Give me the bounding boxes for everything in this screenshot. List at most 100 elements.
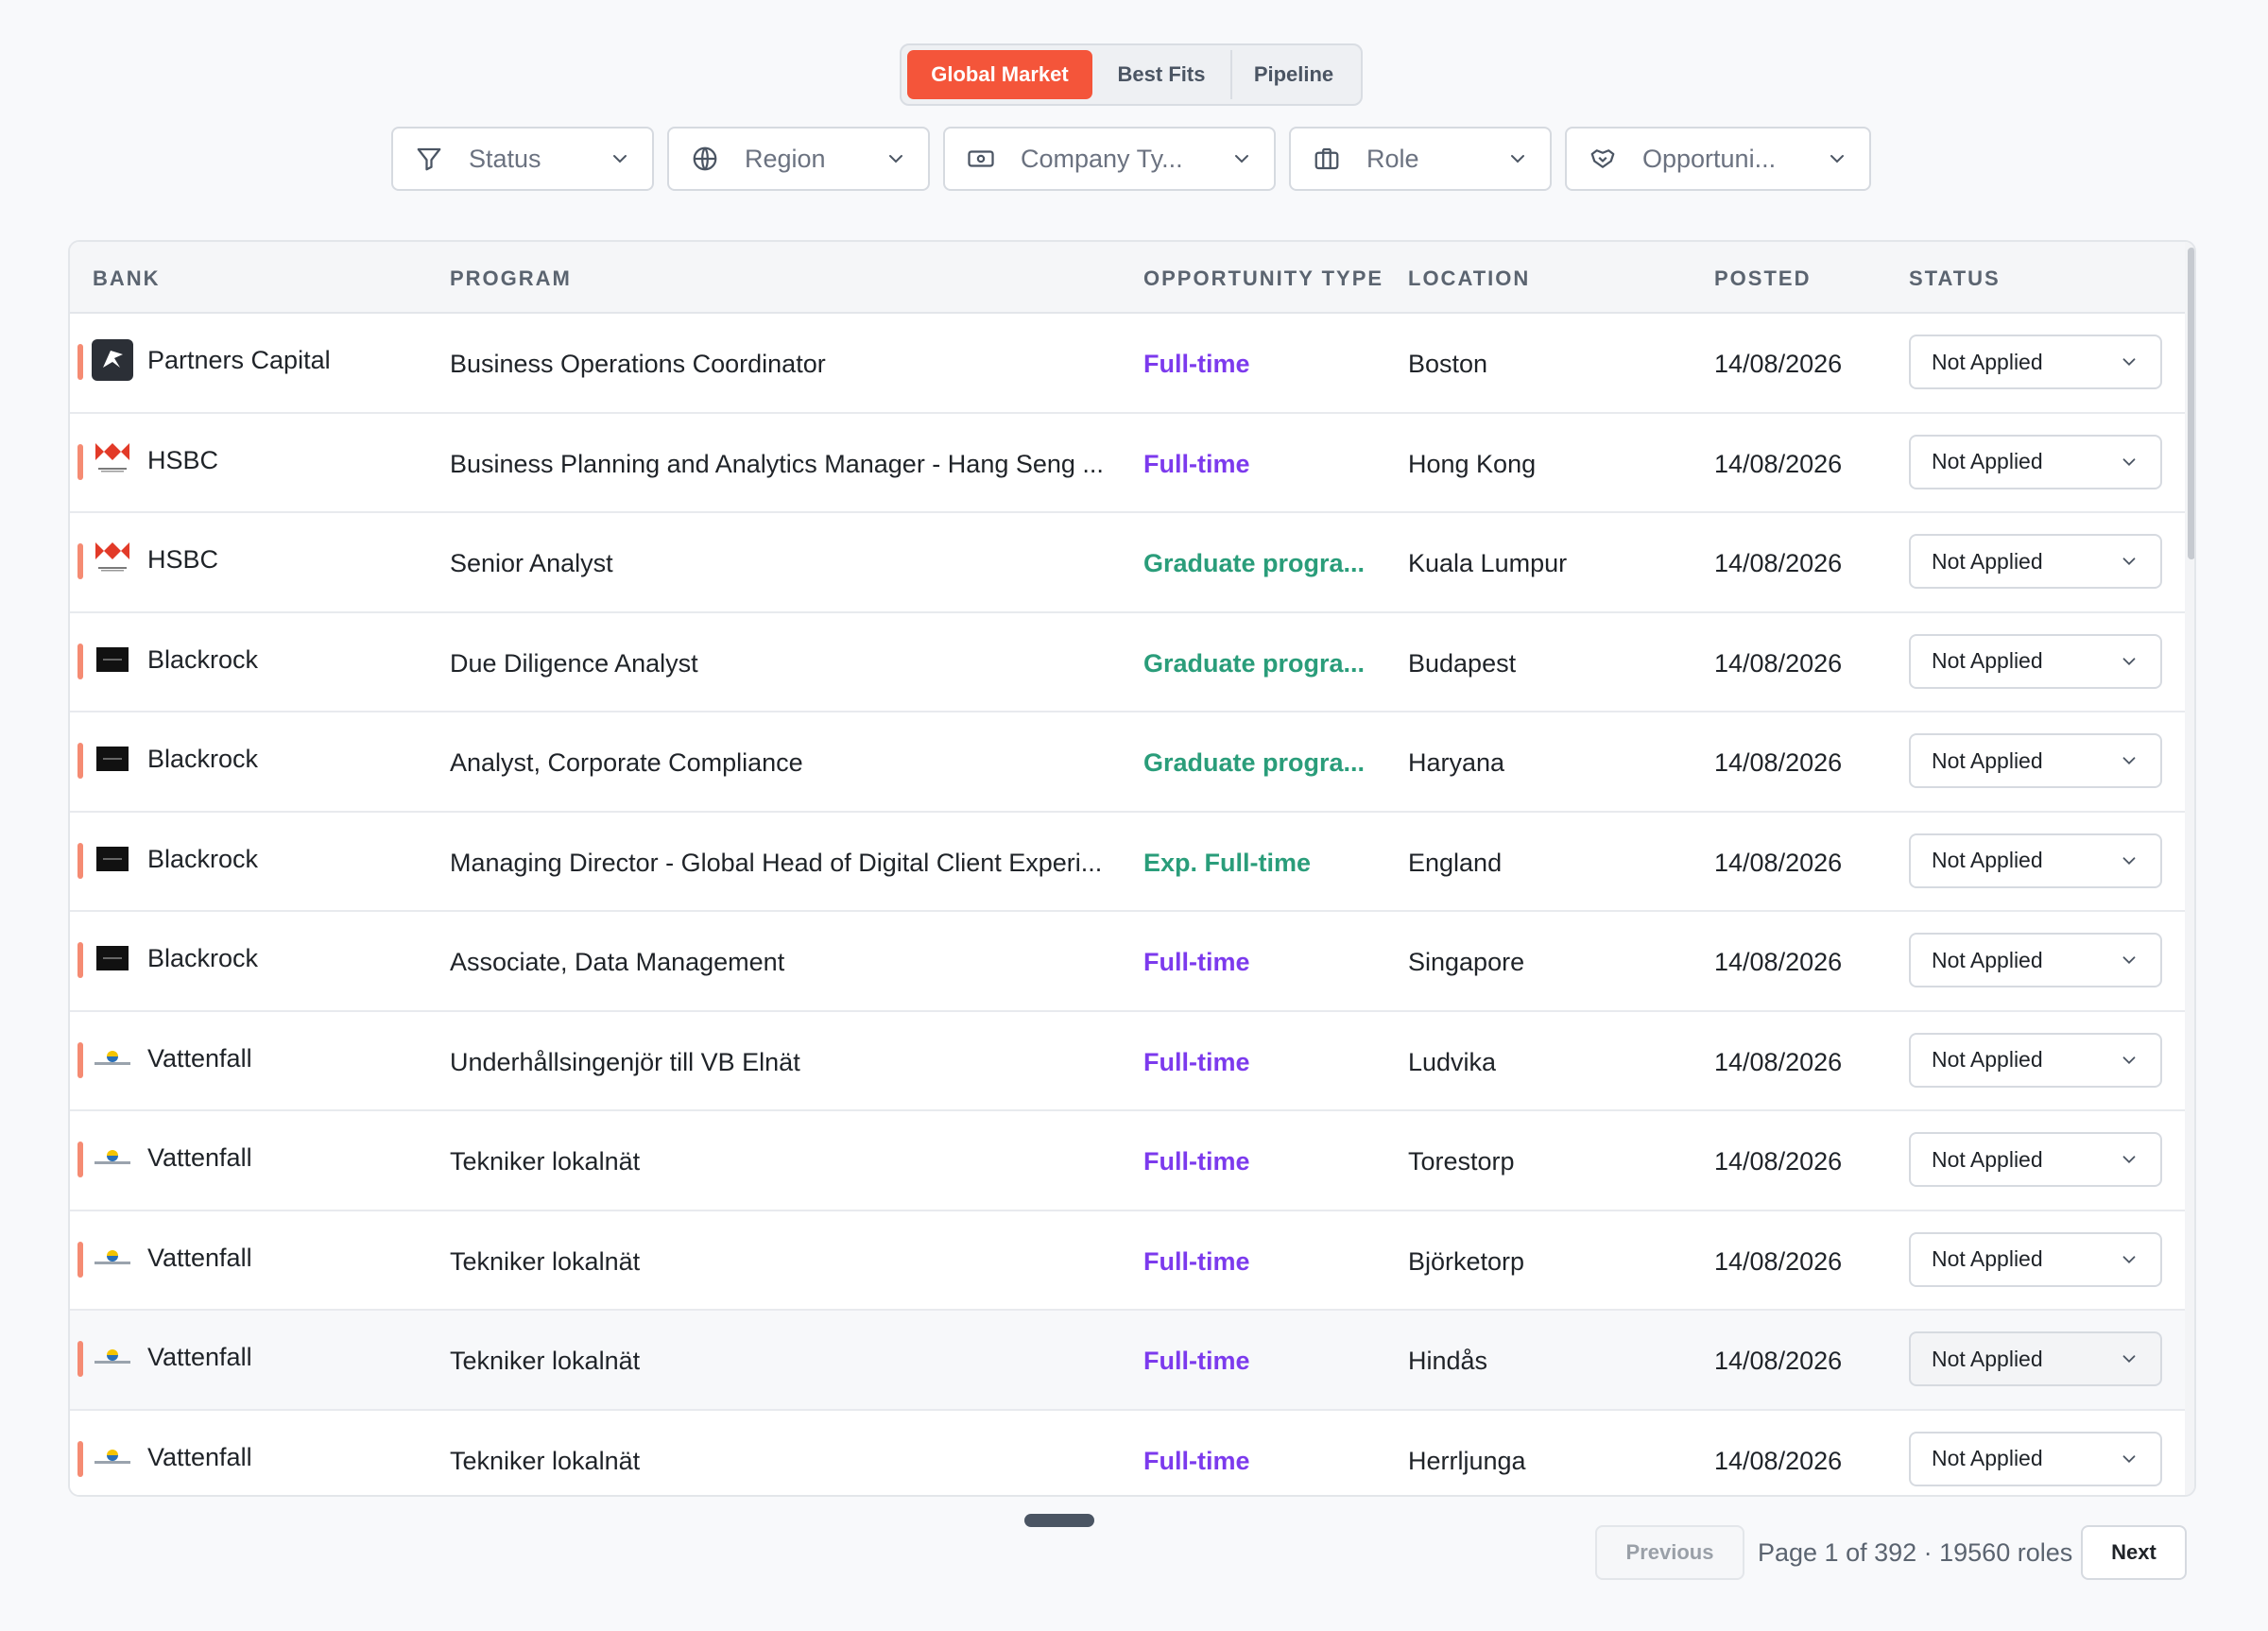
bank-name: HSBC (147, 445, 219, 474)
previous-page-button[interactable]: Previous (1595, 1525, 1744, 1580)
row-accent-bar (77, 1241, 83, 1278)
row-accent-bar (77, 1041, 83, 1078)
status-select[interactable]: Not Applied (1909, 1032, 2162, 1088)
chevron-down-icon (2122, 1355, 2136, 1364)
opportunity-type: Full-time (1143, 948, 1250, 976)
vertical-scrollbar[interactable] (2185, 242, 2194, 1495)
program-title[interactable]: Underhållsingenjör till VB Elnät (450, 1048, 1111, 1077)
row-accent-bar (77, 643, 83, 679)
table-row[interactable]: HSBC Senior Analyst Graduate progra... K… (70, 513, 2185, 613)
table-row[interactable]: Blackrock Associate, Data Management Ful… (70, 912, 2185, 1012)
program-title[interactable]: Due Diligence Analyst (450, 649, 1111, 678)
briefcase-icon (1312, 144, 1342, 174)
location: Singapore (1408, 948, 1525, 976)
vertical-scrollbar-thumb[interactable] (2188, 248, 2194, 559)
status-select[interactable]: Not Applied (1909, 1132, 2162, 1187)
bank-name: Partners Capital (147, 346, 331, 374)
posted-date: 14/08/2026 (1714, 948, 1843, 976)
opportunity-type: Exp. Full-time (1143, 848, 1312, 877)
location: England (1408, 848, 1503, 877)
table-row[interactable]: Vattenfall Tekniker lokalnät Full-time H… (70, 1410, 2185, 1495)
program-title[interactable]: Tekniker lokalnät (450, 1447, 1111, 1476)
program-title[interactable]: Business Planning and Analytics Manager … (450, 450, 1111, 479)
status-select-value: Not Applied (1932, 449, 2043, 473)
location: Haryana (1408, 748, 1505, 777)
tab-best-fits[interactable]: Best Fits (1096, 50, 1227, 99)
chevron-down-icon (2122, 757, 2136, 765)
posted-date: 14/08/2026 (1714, 1347, 1843, 1375)
region-filter[interactable]: Region (667, 127, 930, 191)
status-filter[interactable]: Status (391, 127, 654, 191)
row-accent-bar (77, 743, 83, 779)
table-row[interactable]: Blackrock Due Diligence Analyst Graduate… (70, 612, 2185, 712)
table-row[interactable]: Vattenfall Tekniker lokalnät Full-time H… (70, 1311, 2185, 1411)
table-header: BANK PROGRAM OPPORTUNITY TYPE LOCATION P… (70, 242, 2185, 314)
opportunity-type: Full-time (1143, 1446, 1250, 1475)
role-filter[interactable]: Role (1289, 127, 1552, 191)
next-page-button[interactable]: Next (2081, 1525, 2187, 1580)
status-select-value: Not Applied (1932, 349, 2043, 374)
table-row[interactable]: Vattenfall Underhållsingenjör till VB El… (70, 1011, 2185, 1111)
chevron-down-icon (613, 155, 627, 163)
chevron-down-icon (2122, 1056, 2136, 1064)
status-select[interactable]: Not Applied (1909, 933, 2162, 987)
opportunity-type: Full-time (1143, 1246, 1250, 1276)
filter-icon (414, 144, 444, 174)
posted-date: 14/08/2026 (1714, 1446, 1843, 1475)
chevron-down-icon (2122, 457, 2136, 466)
table-row[interactable]: Partners Capital Business Operations Coo… (70, 314, 2185, 414)
column-header-location: LOCATION (1408, 266, 1531, 290)
company-type-filter[interactable]: Company Ty... (943, 127, 1276, 191)
status-select[interactable]: Not Applied (1909, 833, 2162, 888)
vattenfall-logo (91, 1037, 134, 1080)
status-select[interactable]: Not Applied (1909, 534, 2162, 589)
chevron-down-icon (889, 155, 902, 163)
row-accent-bar (77, 842, 83, 879)
chevron-down-icon (2122, 358, 2136, 367)
program-title[interactable]: Tekniker lokalnät (450, 1347, 1111, 1376)
table-row[interactable]: Vattenfall Tekniker lokalnät Full-time B… (70, 1210, 2185, 1311)
tab-pipeline[interactable]: Pipeline (1230, 50, 1355, 99)
table-row[interactable]: Blackrock Managing Director - Global Hea… (70, 812, 2185, 912)
program-title[interactable]: Tekniker lokalnät (450, 1147, 1111, 1176)
role-filter-label: Role (1366, 144, 1419, 173)
status-select-value: Not Applied (1932, 1146, 2043, 1172)
opportunity-filter[interactable]: Opportuni... (1565, 127, 1871, 191)
program-title[interactable]: Business Operations Coordinator (450, 350, 1111, 379)
program-title[interactable]: Tekniker lokalnät (450, 1247, 1111, 1277)
vattenfall-logo (91, 1335, 134, 1379)
hsbc-logo (91, 438, 134, 482)
location: Ludvika (1408, 1047, 1497, 1076)
status-select[interactable]: Not Applied (1909, 434, 2162, 489)
status-select[interactable]: Not Applied (1909, 733, 2162, 788)
posted-date: 14/08/2026 (1714, 748, 1843, 777)
horizontal-scroll-handle[interactable] (1024, 1514, 1094, 1527)
status-select[interactable]: Not Applied (1909, 1331, 2162, 1386)
opportunity-type: Graduate progra... (1143, 648, 1366, 678)
status-select[interactable]: Not Applied (1909, 1231, 2162, 1287)
location: Björketorp (1408, 1246, 1525, 1276)
status-select[interactable]: Not Applied (1909, 633, 2162, 689)
program-title[interactable]: Associate, Data Management (450, 948, 1111, 977)
status-select-value: Not Applied (1932, 947, 2043, 972)
bank-name: Blackrock (147, 745, 259, 773)
posted-date: 14/08/2026 (1714, 549, 1843, 577)
partners-capital-logo (91, 338, 134, 382)
column-header-bank: BANK (93, 266, 161, 290)
table-row[interactable]: Vattenfall Tekniker lokalnät Full-time T… (70, 1111, 2185, 1211)
table-row[interactable]: HSBC Business Planning and Analytics Man… (70, 413, 2185, 513)
location: Hong Kong (1408, 449, 1537, 478)
program-title[interactable]: Senior Analyst (450, 549, 1111, 578)
chevron-down-icon (2122, 558, 2136, 566)
blackrock-logo (91, 737, 134, 781)
status-select[interactable]: Not Applied (1909, 1431, 2162, 1486)
column-header-posted: POSTED (1714, 266, 1812, 290)
tab-global-market[interactable]: Global Market (907, 50, 1092, 99)
program-title[interactable]: Analyst, Corporate Compliance (450, 748, 1111, 778)
status-select[interactable]: Not Applied (1909, 335, 2162, 389)
table-row[interactable]: Blackrock Analyst, Corporate Compliance … (70, 712, 2185, 813)
chevron-down-icon (2122, 956, 2136, 965)
program-title[interactable]: Managing Director - Global Head of Digit… (450, 849, 1111, 878)
posted-date: 14/08/2026 (1714, 1246, 1843, 1276)
status-select-value: Not Applied (1932, 548, 2043, 574)
